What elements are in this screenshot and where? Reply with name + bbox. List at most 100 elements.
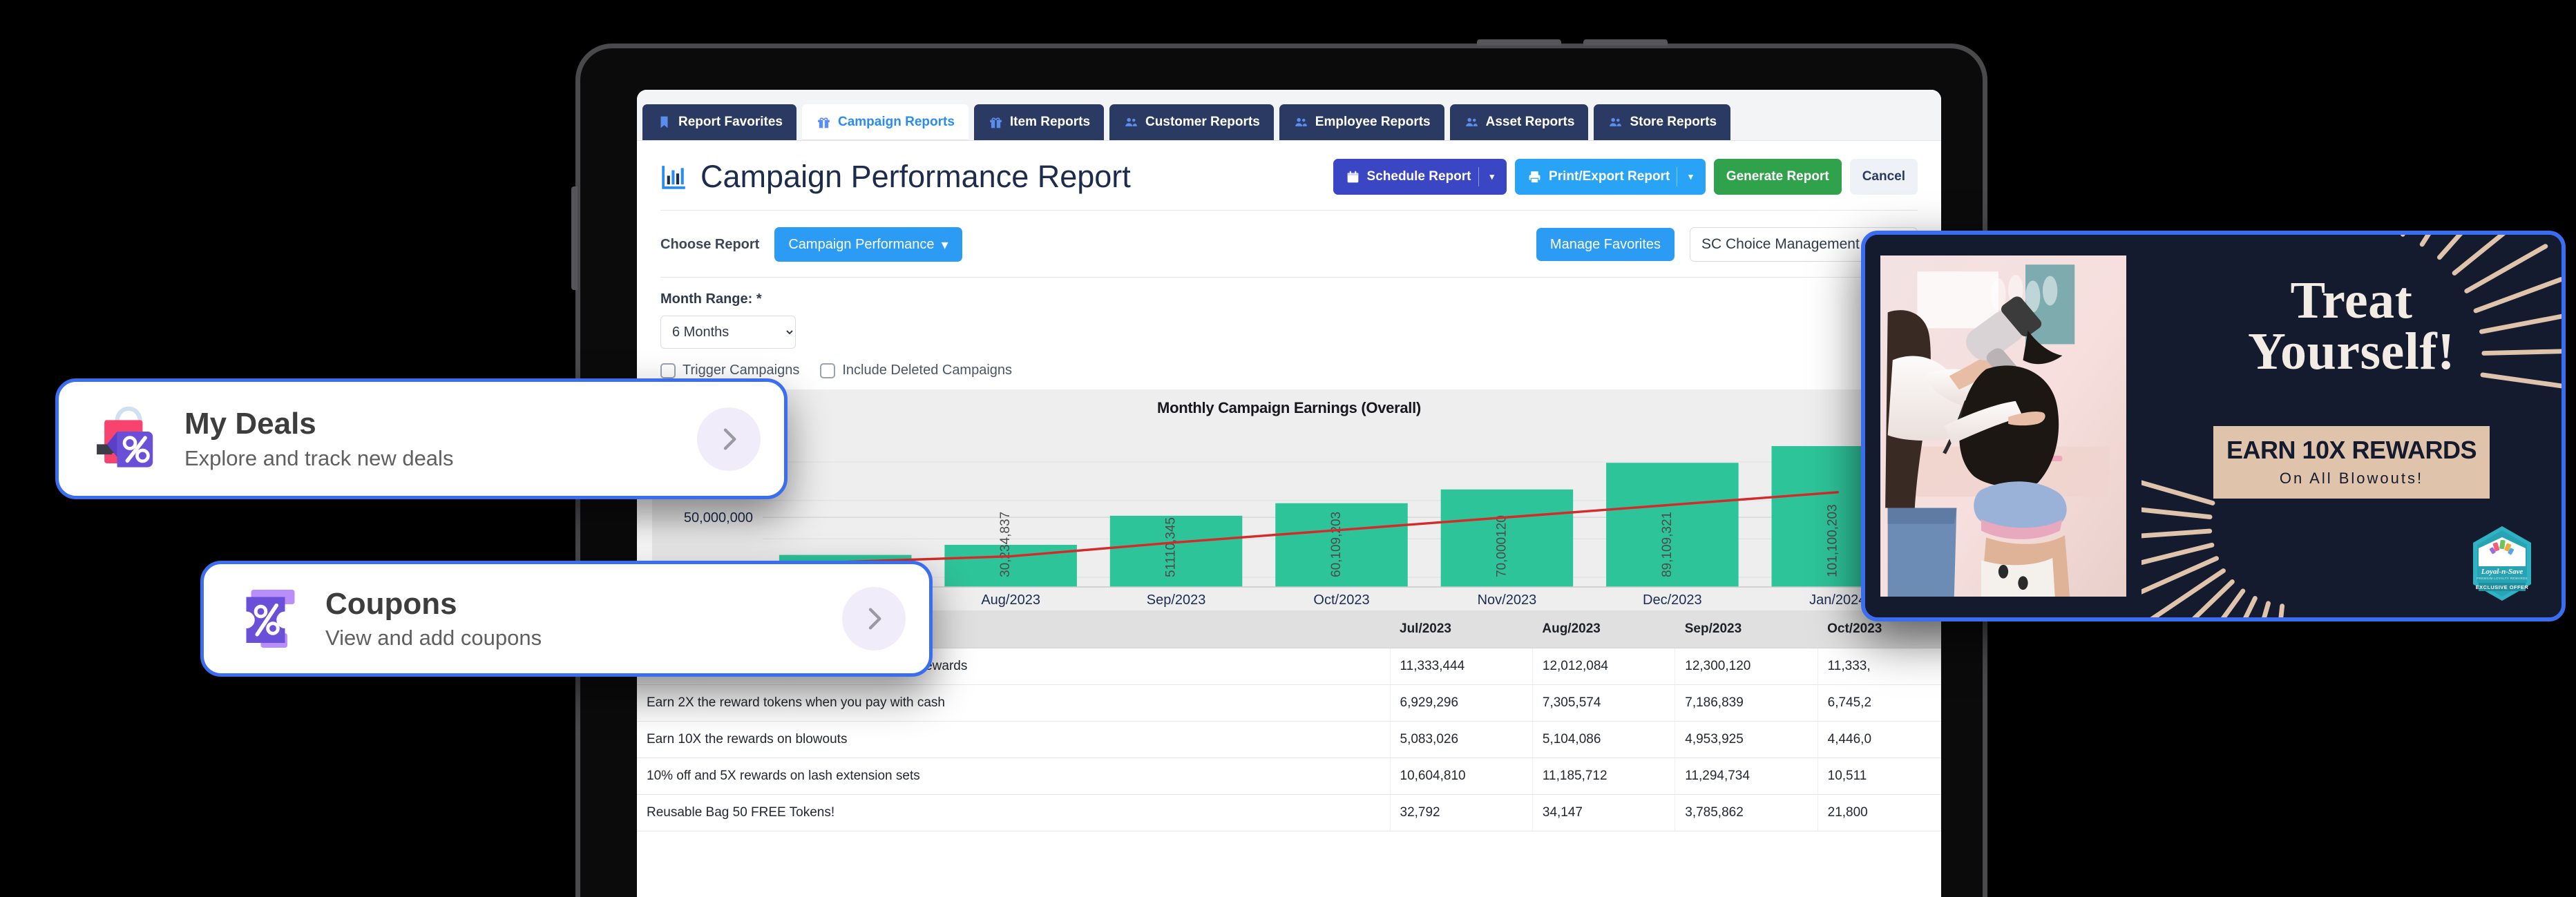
filters-section: Month Range: * 6 Months Trigger Campaign…: [637, 278, 1941, 378]
promo-title-line1: Treat: [2290, 271, 2413, 329]
x-axis-tick-label: Aug/2023: [981, 592, 1040, 608]
tab-label: Campaign Reports: [837, 115, 955, 129]
salon-blowout-photo: [1880, 255, 2126, 597]
coupons-card[interactable]: Coupons View and add coupons: [200, 561, 933, 677]
trigger-campaigns-label: Trigger Campaigns: [683, 363, 800, 378]
column-header-jul2023[interactable]: Jul/2023: [1390, 610, 1533, 648]
bar-value-label: 51110,345: [1164, 517, 1179, 577]
cell-value: 32,792: [1390, 794, 1533, 831]
cell-value: 6,745,2: [1817, 684, 1941, 722]
people-icon: [1125, 117, 1137, 126]
people-icon: [1465, 117, 1478, 126]
trigger-campaigns-checkbox[interactable]: Trigger Campaigns: [660, 363, 799, 378]
include-deleted-campaigns-checkbox[interactable]: Include Deleted Campaigns: [820, 363, 1012, 378]
choose-report-value: Campaign Performance: [788, 236, 935, 252]
tab-employee-reports[interactable]: Employee Reports: [1279, 104, 1444, 140]
bar-chart-icon: [662, 166, 685, 189]
card-subtitle: Explore and track new deals: [184, 445, 454, 470]
chevron-down-icon[interactable]: ▾: [1688, 171, 1693, 182]
badge-brand: Loyal-n-Save: [2481, 568, 2523, 576]
month-range-label: Month Range: *: [660, 291, 762, 307]
calendar-icon: [1347, 171, 1358, 182]
tablet-device: Report Favorites Campaign Reports Item R…: [571, 39, 1983, 897]
tab-asset-reports[interactable]: Asset Reports: [1449, 104, 1589, 140]
cell-value: 11,294,734: [1675, 758, 1818, 795]
schedule-report-label: Schedule Report: [1366, 169, 1471, 184]
page-title: Campaign Performance Report: [700, 159, 1131, 194]
column-header-aug2023[interactable]: Aug/2023: [1532, 610, 1675, 648]
chart-title: Monthly Campaign Earnings (Overall): [1157, 399, 1421, 416]
card-title: My Deals: [184, 407, 316, 441]
tab-label: Store Reports: [1630, 115, 1717, 129]
cell-value: 11,333,: [1817, 648, 1941, 685]
card-chevron-button[interactable]: [697, 407, 761, 471]
bar-value-label: 30,234,837: [998, 512, 1013, 577]
generate-report-button[interactable]: Generate Report: [1713, 159, 1842, 195]
promo-phone-device: Treat Yourself! EARN 10X REWARDS On All …: [1861, 231, 2566, 621]
my-deals-card[interactable]: My Deals Explore and track new deals: [55, 378, 788, 499]
cell-value: 6,929,296: [1390, 684, 1533, 722]
cell-campaign-name: Earn 2X the reward tokens when you pay w…: [637, 684, 1391, 722]
bar-value-label: 60,109,203: [1329, 512, 1344, 577]
choose-report-label: Choose Report: [660, 236, 760, 252]
bar-value-label: 89,109,321: [1660, 512, 1675, 577]
table-row[interactable]: Earn 10X the rewards on blowouts 5,083,02…: [637, 721, 1941, 758]
x-axis-tick-label: Dec/2023: [1643, 592, 1702, 608]
chevron-down-icon[interactable]: ▾: [1490, 171, 1495, 182]
promo-title: Treat Yourself!: [2248, 271, 2455, 378]
loyal-n-save-badge: Loyal-n-Save PREMIUM LOYALTY REWARDS EXC…: [2473, 526, 2531, 601]
schedule-report-button[interactable]: Schedule Report ▾: [1333, 159, 1507, 195]
salon-photo-frame: [1865, 235, 2141, 617]
cancel-button[interactable]: Cancel: [1849, 159, 1918, 195]
table-row[interactable]: 10% off and 5X rewards on lash extension…: [637, 758, 1941, 795]
tab-store-reports[interactable]: Store Reports: [1594, 104, 1731, 140]
cell-campaign-name: Earn 10X the rewards on blowouts: [637, 721, 1391, 758]
tab-label: Customer Reports: [1145, 115, 1260, 129]
x-axis-tick-label: Nov/2023: [1478, 592, 1537, 608]
cell-value: 3,785,862: [1675, 794, 1818, 831]
print-export-report-button[interactable]: Print/Export Report ▾: [1515, 159, 1706, 195]
manage-favorites-button[interactable]: Manage Favorites: [1536, 228, 1675, 261]
cell-value: 10,604,810: [1390, 758, 1533, 795]
header-actions: Schedule Report ▾ Print/Export Report ▾ …: [1333, 159, 1918, 195]
bar-value-label: 70,000120: [1494, 515, 1509, 577]
gift-icon: [818, 117, 830, 128]
cell-value: 11,333,444: [1390, 648, 1533, 685]
cell-campaign-name: 10% off and 5X rewards on lash extension…: [637, 758, 1391, 795]
tablet-button-left: [571, 186, 578, 290]
people-icon: [1295, 117, 1307, 126]
chevron-right-icon: [868, 608, 881, 630]
tab-campaign-reports[interactable]: Campaign Reports: [801, 104, 969, 140]
app-viewport: Report Favorites Campaign Reports Item R…: [637, 90, 1941, 897]
tab-item-reports[interactable]: Item Reports: [973, 104, 1105, 140]
cell-value: 11,185,712: [1532, 758, 1676, 795]
card-chevron-button[interactable]: [842, 587, 906, 650]
chevron-down-icon: ▾: [941, 237, 948, 253]
badge-offer: EXCLUSIVE OFFER: [2476, 584, 2529, 590]
choose-report-dropdown[interactable]: Campaign Performance ▾: [774, 227, 962, 262]
table-row[interactable]: Earn 2X the reward tokens when you pay w…: [637, 684, 1941, 722]
tab-label: Report Favorites: [678, 115, 783, 129]
include-deleted-label: Include Deleted Campaigns: [842, 363, 1013, 378]
card-text: Coupons View and add coupons: [325, 587, 842, 651]
column-header-sep2023[interactable]: Sep/2023: [1675, 610, 1818, 648]
coupon-percent-icon: [246, 590, 295, 648]
tab-customer-reports[interactable]: Customer Reports: [1109, 104, 1274, 140]
checkbox-box[interactable]: [820, 363, 836, 378]
tab-label: Item Reports: [1009, 115, 1091, 129]
print-export-label: Print/Export Report: [1549, 169, 1670, 184]
card-text: My Deals Explore and track new deals: [184, 407, 697, 471]
promo-panel: Treat Yourself! EARN 10X REWARDS On All …: [2141, 235, 2561, 617]
promo-offer-main: EARN 10X REWARDS: [2226, 435, 2477, 464]
table-row[interactable]: Reusable Bag 50 FREE Tokens! 32,792 34,147…: [637, 794, 1941, 831]
cell-value: 12,012,084: [1532, 648, 1676, 685]
x-axis-tick-label: Jan/2024: [1809, 592, 1866, 608]
month-range-select[interactable]: 6 Months: [660, 316, 796, 349]
button-divider: [1478, 167, 1479, 186]
cell-value: 10,511: [1817, 758, 1941, 795]
cell-value: 7,186,839: [1675, 684, 1818, 722]
people-icon: [1610, 117, 1622, 126]
tab-report-favorites[interactable]: Report Favorites: [642, 104, 796, 140]
card-subtitle: View and add coupons: [325, 626, 542, 650]
checkbox-box[interactable]: [660, 363, 676, 378]
